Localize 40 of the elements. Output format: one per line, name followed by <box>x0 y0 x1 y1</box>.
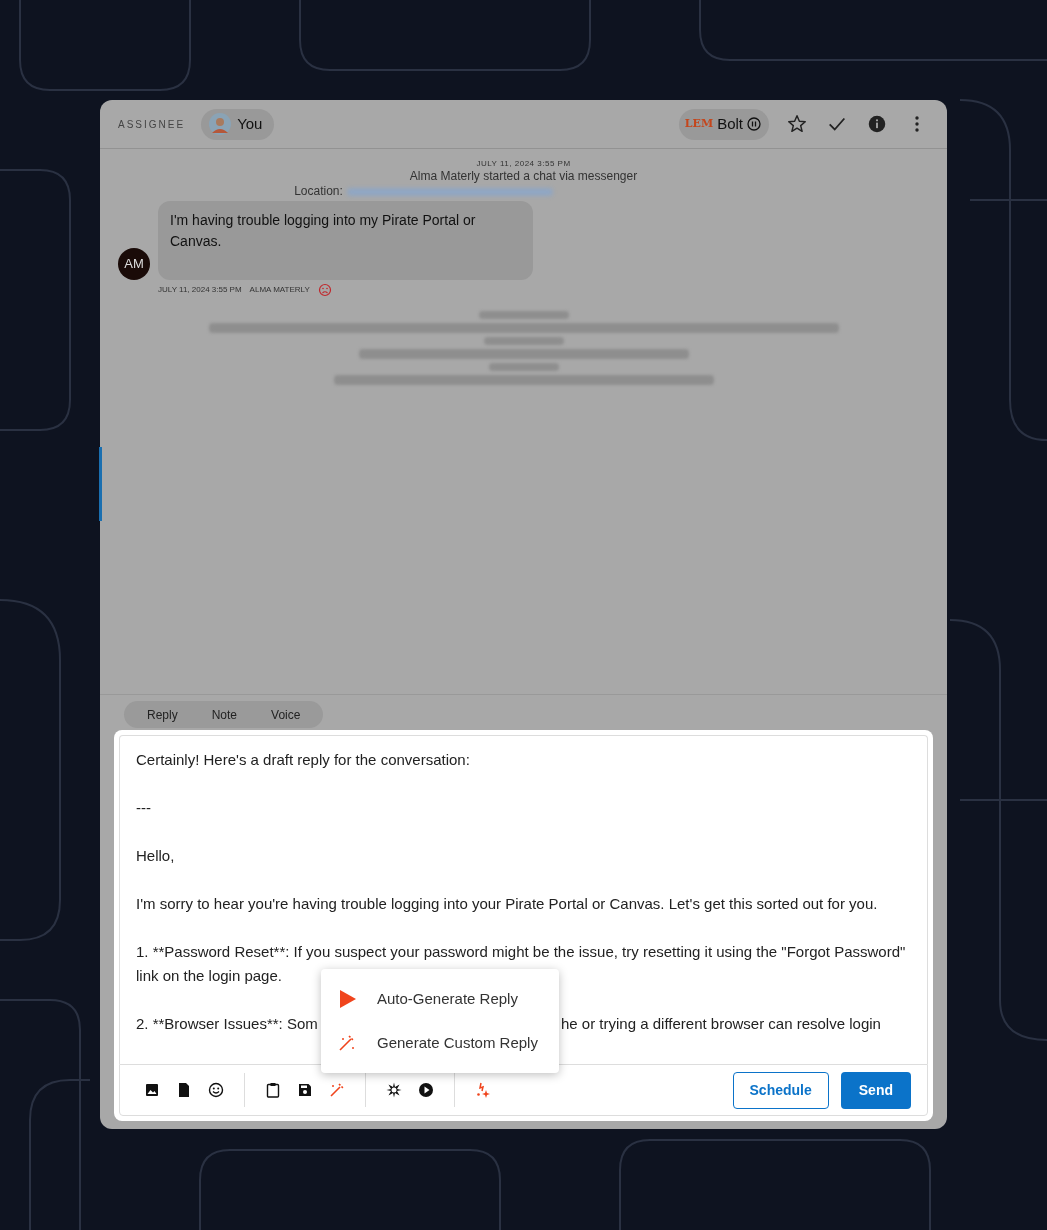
editor-paragraph: --- <box>136 798 152 818</box>
save-icon <box>297 1082 313 1098</box>
play-icon <box>337 989 357 1009</box>
more-icon <box>915 116 919 132</box>
event-timestamp: JULY 11, 2024 3:55 PM <box>476 159 571 169</box>
magic-wand-icon <box>329 1082 345 1098</box>
message-author: ALMA MATERLY <box>249 284 310 296</box>
sad-face-icon <box>317 283 332 297</box>
reply-mode-tab[interactable]: Reply <box>130 701 195 728</box>
document-icon <box>176 1082 192 1098</box>
editor-paragraph: Certainly! Here's a draft reply for the conversation: <box>136 750 471 770</box>
schedule-button[interactable]: Schedule <box>732 1071 829 1109</box>
editor-paragraph: 2. **Browser Issues**: Som <box>136 1015 318 1032</box>
sparkles-icon <box>475 1082 491 1098</box>
avatar-initials: AM <box>118 248 150 280</box>
assignee-chip[interactable]: You <box>201 108 275 140</box>
editor-paragraph: I'm sorry to hear you're having trouble logging into your Pirate Portal or Canvas. Let's get this sorted out for you. <box>136 894 879 914</box>
avatar-icon <box>209 113 232 135</box>
assignee-label: ASSIGNEE <box>118 117 186 132</box>
bot-chip[interactable]: LEM Bolt <box>678 108 769 140</box>
image-icon <box>144 1082 160 1098</box>
event-text: Alma Materly started a chat via messenger <box>409 169 638 184</box>
burst-icon <box>386 1082 402 1098</box>
clipboard-icon <box>265 1082 281 1098</box>
menu-item[interactable]: Generate Custom Reply <box>321 1021 559 1065</box>
info-icon <box>866 113 888 135</box>
location-label: Location: <box>294 184 343 199</box>
magic-wand-icon <box>337 1033 357 1053</box>
emoji-icon <box>208 1082 224 1098</box>
circle-play-icon <box>418 1082 434 1098</box>
message-bubble: I'm having trouble logging into my Pirate Portal or Canvas. <box>158 201 533 280</box>
editor-paragraph: Hello, <box>136 846 176 866</box>
pause-icon <box>747 117 761 131</box>
bot-logo: LEM <box>684 115 714 132</box>
reply-mode-tab[interactable]: Voice <box>254 701 318 728</box>
message-timestamp: JULY 11, 2024 3:55 PM <box>158 284 242 296</box>
send-button[interactable]: Send <box>840 1071 911 1109</box>
reply-mode-tab[interactable]: Note <box>194 701 255 728</box>
editor-paragraph: he or trying a different browser can resolve login <box>561 1014 881 1034</box>
star-icon <box>786 113 808 135</box>
